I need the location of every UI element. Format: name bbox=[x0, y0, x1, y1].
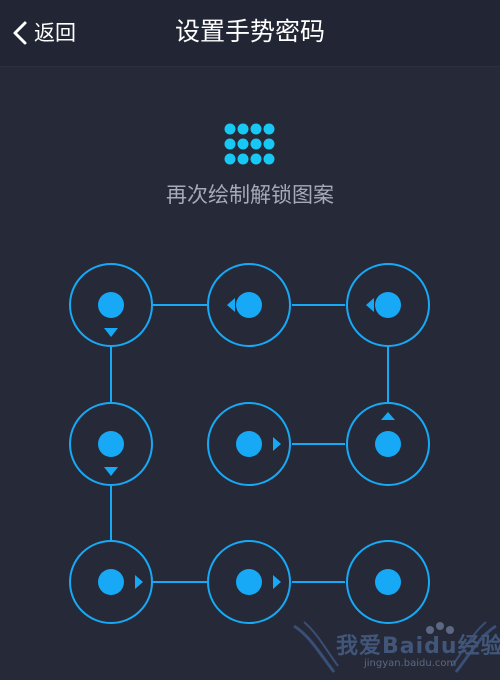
arrow-down-icon bbox=[104, 467, 118, 476]
pattern-node-6[interactable] bbox=[346, 402, 430, 486]
arrow-down-icon bbox=[104, 328, 118, 337]
pattern-node-3[interactable] bbox=[346, 263, 430, 347]
pattern-node-2[interactable] bbox=[207, 263, 291, 347]
watermark-url: jingyan.baidu.com bbox=[364, 658, 457, 669]
arrow-up-icon bbox=[381, 412, 395, 420]
pattern-node-7[interactable] bbox=[69, 540, 153, 624]
arrow-left-icon bbox=[366, 298, 374, 312]
watermark-text: 我爱Baidu经验 bbox=[336, 634, 500, 659]
arrow-right-icon bbox=[273, 437, 281, 451]
arrow-right-icon bbox=[273, 575, 281, 589]
arrow-left-icon bbox=[227, 298, 235, 312]
arrow-right-icon bbox=[135, 575, 143, 589]
watermark: 我爱Baidu经验 jingyan.baidu.com bbox=[290, 606, 500, 680]
gesture-pattern-pad[interactable] bbox=[0, 0, 500, 680]
pattern-node-8[interactable] bbox=[207, 540, 291, 624]
pattern-node-4[interactable] bbox=[69, 402, 153, 486]
pattern-node-1[interactable] bbox=[69, 263, 153, 347]
pattern-node-5[interactable] bbox=[207, 402, 291, 486]
